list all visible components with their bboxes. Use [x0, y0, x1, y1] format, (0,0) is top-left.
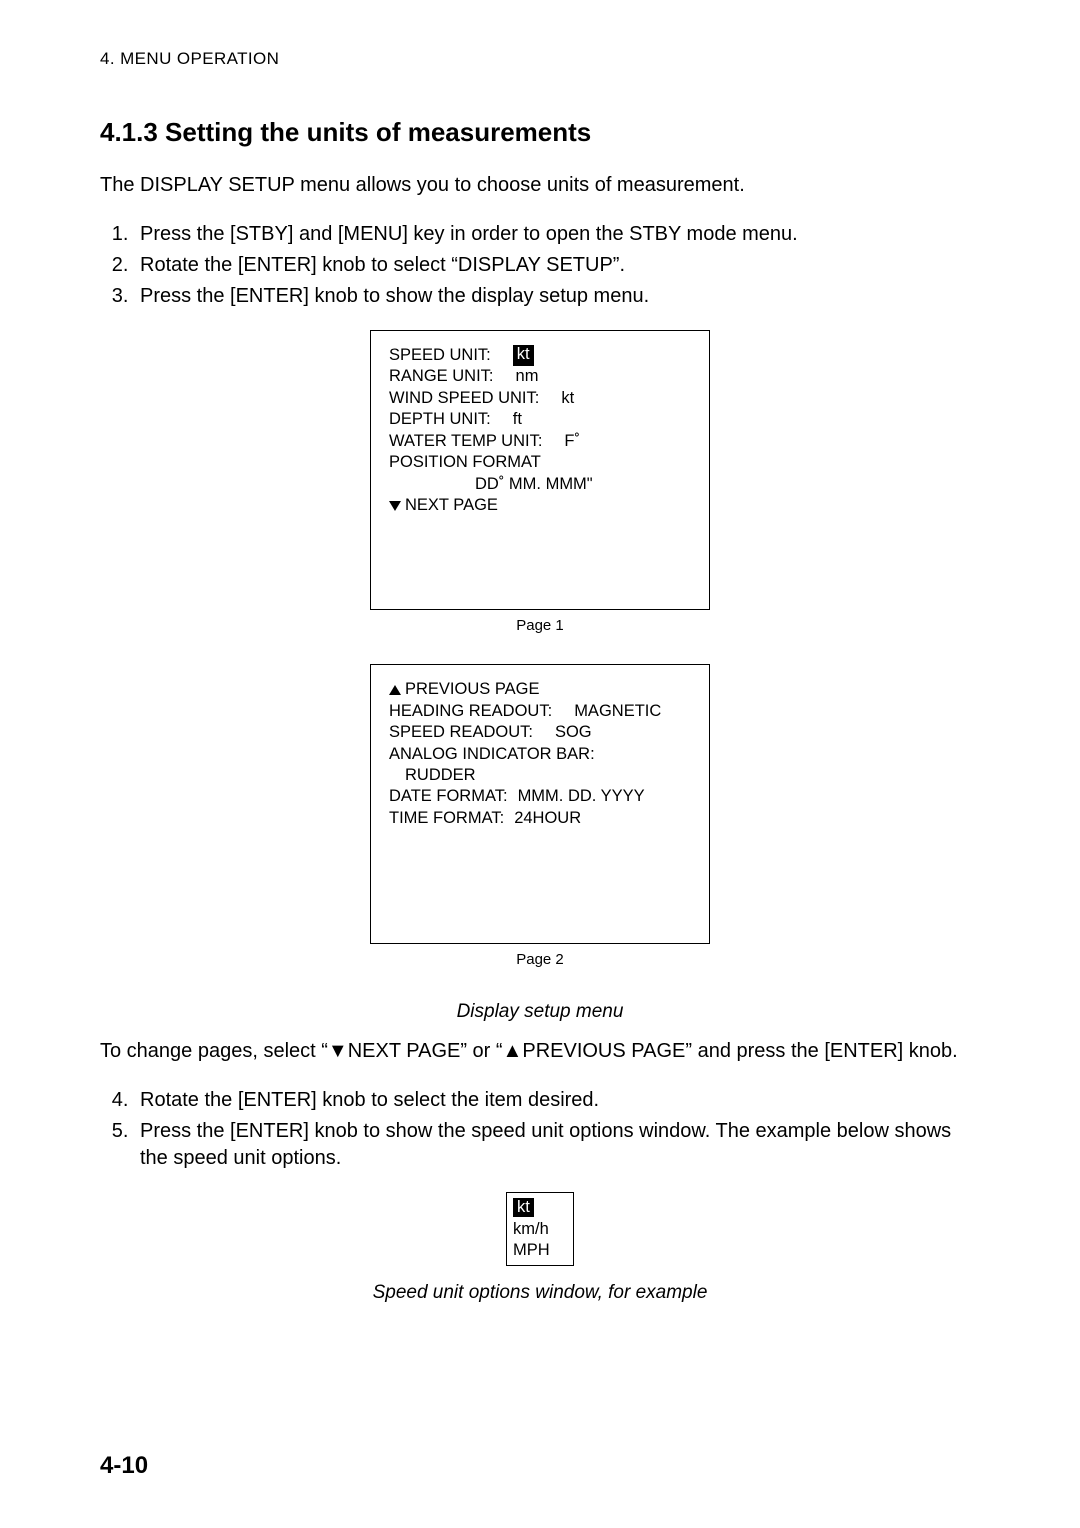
step-item: Rotate the [ENTER] knob to select “DISPL…: [134, 252, 980, 279]
menu-label: SPEED READOUT:: [389, 722, 533, 743]
steps-list-1: Press the [STBY] and [MENU] key in order…: [100, 221, 980, 310]
running-header: 4. MENU OPERATION: [100, 48, 980, 71]
menu-label: WIND SPEED UNIT:: [389, 388, 539, 409]
menu-row: WATER TEMP UNIT: F˚: [389, 431, 691, 452]
menu-value: SOG: [555, 722, 592, 743]
menu-value: MMM. DD. YYYY: [518, 786, 645, 807]
screen-caption-1: Page 1: [100, 616, 980, 636]
step-item: Press the [ENTER] knob to show the speed…: [134, 1118, 980, 1172]
menu-value: RUDDER: [405, 766, 476, 784]
section-heading: 4.1.3 Setting the units of measurements: [100, 115, 980, 150]
step-item: Press the [ENTER] knob to show the displ…: [134, 283, 980, 310]
menu-row: TIME FORMAT: 24HOUR: [389, 808, 691, 829]
intro-paragraph: The DISPLAY SETUP menu allows you to cho…: [100, 172, 980, 199]
menu-row: ANALOG INDICATOR BAR:: [389, 744, 691, 765]
menu-label: ANALOG INDICATOR BAR:: [389, 745, 595, 763]
speed-unit-figure: kt km/h MPH Speed unit options window, f…: [100, 1192, 980, 1306]
menu-row: DATE FORMAT: MMM. DD. YYYY: [389, 786, 691, 807]
menu-label: DEPTH UNIT:: [389, 409, 491, 430]
menu-row: HEADING READOUT: MAGNETIC: [389, 701, 691, 722]
previous-page-row: PREVIOUS PAGE: [389, 679, 691, 700]
next-page-label: NEXT PAGE: [405, 496, 498, 514]
menu-label: WATER TEMP UNIT:: [389, 431, 542, 452]
figure-caption-1: Display setup menu: [100, 999, 980, 1025]
menu-label: DATE FORMAT:: [389, 786, 508, 807]
menu-row: RANGE UNIT: nm: [389, 366, 691, 387]
menu-row: DD˚ MM. MMM": [389, 474, 691, 495]
menu-row: DEPTH UNIT: ft: [389, 409, 691, 430]
display-setup-figure: SPEED UNIT: kt RANGE UNIT: nm WIND SPEED…: [100, 330, 980, 1024]
menu-row: RUDDER: [389, 765, 691, 786]
page-number: 4-10: [100, 1450, 148, 1482]
menu-label: RANGE UNIT:: [389, 366, 494, 387]
menu-row: POSITION FORMAT: [389, 452, 691, 473]
step-item: Rotate the [ENTER] knob to select the it…: [134, 1087, 980, 1114]
menu-value: 24HOUR: [514, 808, 581, 829]
previous-page-label: PREVIOUS PAGE: [405, 680, 539, 698]
menu-label: TIME FORMAT:: [389, 808, 504, 829]
option-selected: kt: [513, 1198, 534, 1217]
menu-label: POSITION FORMAT: [389, 453, 541, 471]
menu-row: WIND SPEED UNIT: kt: [389, 388, 691, 409]
screen-caption-2: Page 2: [100, 950, 980, 970]
menu-value: kt: [561, 388, 574, 409]
figure-caption-2: Speed unit options window, for example: [100, 1280, 980, 1306]
triangle-up-icon: [389, 685, 401, 695]
triangle-down-icon: [389, 501, 401, 511]
menu-row: SPEED UNIT: kt: [389, 345, 691, 366]
menu-value: nm: [516, 366, 539, 387]
menu-label: SPEED UNIT:: [389, 345, 491, 366]
menu-row: SPEED READOUT: SOG: [389, 722, 691, 743]
steps-list-2: Rotate the [ENTER] knob to select the it…: [100, 1087, 980, 1172]
page-sheet: 4. MENU OPERATION 4.1.3 Setting the unit…: [0, 0, 1080, 1528]
menu-label: HEADING READOUT:: [389, 701, 552, 722]
step-item: Press the [STBY] and [MENU] key in order…: [134, 221, 980, 248]
menu-value: F˚: [564, 431, 580, 452]
screen-box-page-2: PREVIOUS PAGE HEADING READOUT: MAGNETIC …: [370, 664, 710, 944]
options-window: kt km/h MPH: [506, 1192, 574, 1266]
option-item: MPH: [513, 1240, 567, 1261]
menu-value: MAGNETIC: [574, 701, 661, 722]
page-change-paragraph: To change pages, select “▼NEXT PAGE” or …: [100, 1038, 980, 1065]
screen-box-page-1: SPEED UNIT: kt RANGE UNIT: nm WIND SPEED…: [370, 330, 710, 610]
menu-value: ft: [513, 409, 522, 430]
menu-value: DD˚ MM. MMM": [475, 475, 593, 493]
next-page-row: NEXT PAGE: [389, 495, 691, 516]
menu-value-selected: kt: [513, 345, 534, 366]
option-item: km/h: [513, 1219, 567, 1240]
